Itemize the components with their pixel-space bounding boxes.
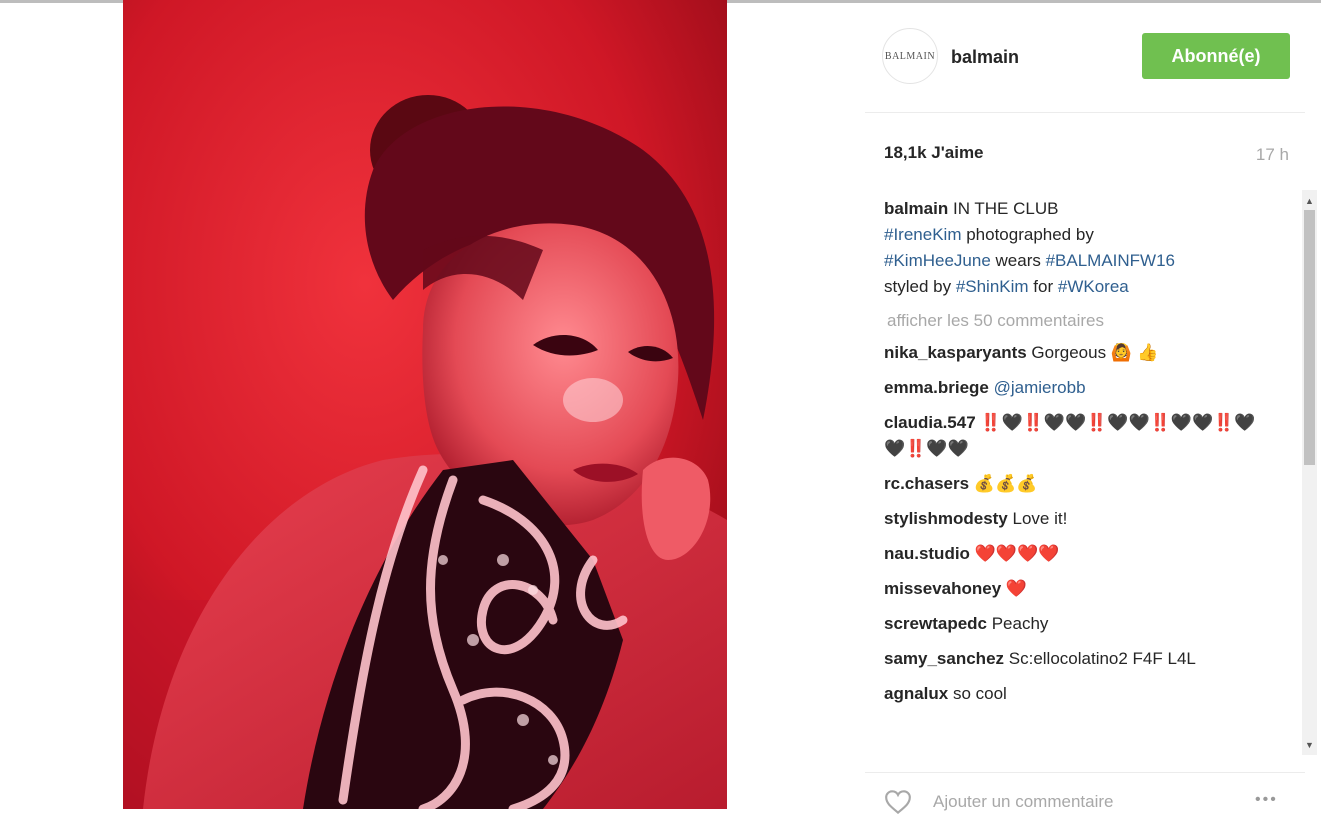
comment-item: screwtapedc Peachy bbox=[884, 611, 1294, 637]
hashtag-link[interactable]: #IreneKim bbox=[884, 225, 961, 244]
comment-text: so cool bbox=[948, 684, 1007, 703]
caption-text: wears bbox=[990, 251, 1046, 270]
comment-item: missevahoney ❤️ bbox=[884, 576, 1294, 602]
author-username[interactable]: balmain bbox=[951, 47, 1019, 68]
load-more-comments-link[interactable]: afficher les 50 commentaires bbox=[887, 308, 1294, 334]
comment-username[interactable]: screwtapedc bbox=[884, 614, 987, 633]
comment-username[interactable]: emma.briege bbox=[884, 378, 989, 397]
comment-item: claudia.547 ‼️🖤‼️🖤🖤‼️🖤🖤‼️🖤🖤‼️🖤🖤‼️🖤🖤 bbox=[884, 410, 1294, 462]
add-comment-input[interactable] bbox=[931, 791, 1235, 813]
comment-username[interactable]: agnalux bbox=[884, 684, 948, 703]
comment-emoji: ❤️ bbox=[1005, 579, 1028, 599]
comment-username[interactable]: stylishmodesty bbox=[884, 509, 1008, 528]
post-time[interactable]: 17 h bbox=[1256, 145, 1289, 165]
scroll-up-icon[interactable]: ▲ bbox=[1302, 193, 1317, 208]
post-sidebar: BALMAIN balmain Abonné(e) 18,1k J'aime 1… bbox=[865, 0, 1317, 815]
more-options-icon[interactable]: ••• bbox=[1255, 791, 1278, 809]
post-photo[interactable] bbox=[123, 0, 727, 809]
hashtag-link[interactable]: #WKorea bbox=[1058, 277, 1129, 296]
comment-text: Gorgeous bbox=[1026, 343, 1111, 362]
comment-username[interactable]: claudia.547 bbox=[884, 413, 976, 432]
comment-username[interactable]: missevahoney bbox=[884, 579, 1001, 598]
follow-button[interactable]: Abonné(e) bbox=[1142, 33, 1290, 79]
comment-text: Love it! bbox=[1007, 509, 1068, 528]
comment-item: emma.briege @jamierobb bbox=[884, 375, 1294, 401]
comments-scrollbar[interactable]: ▲ ▼ bbox=[1302, 190, 1317, 755]
scrollbar-thumb[interactable] bbox=[1304, 210, 1315, 465]
comment-emoji: 💰💰💰 bbox=[973, 474, 1038, 494]
post-header: BALMAIN balmain Abonné(e) bbox=[865, 0, 1305, 113]
scroll-down-icon[interactable]: ▼ bbox=[1302, 737, 1317, 752]
photo-image bbox=[123, 0, 727, 809]
comment-text: Peachy bbox=[987, 614, 1049, 633]
avatar-logo-text: BALMAIN bbox=[884, 50, 936, 62]
comment-username[interactable]: samy_sanchez bbox=[884, 649, 1004, 668]
comment-username[interactable]: nau.studio bbox=[884, 544, 970, 563]
comment-item: stylishmodesty Love it! bbox=[884, 506, 1294, 532]
likes-count[interactable]: 18,1k J'aime bbox=[884, 143, 984, 163]
caption-text: photographed by bbox=[961, 225, 1094, 244]
comment-item: rc.chasers 💰💰💰 bbox=[884, 471, 1294, 497]
comments-list: balmain IN THE CLUB #IreneKim photograph… bbox=[884, 196, 1294, 748]
comment-emoji: 🙆 👍 bbox=[1110, 343, 1159, 363]
mention-link[interactable]: @jamierobb bbox=[994, 378, 1086, 397]
caption-username[interactable]: balmain bbox=[884, 199, 948, 218]
hashtag-link[interactable]: #KimHeeJune bbox=[884, 251, 991, 270]
comment-item: samy_sanchez Sc:ellocolatino2 F4F L4L bbox=[884, 646, 1294, 672]
avatar[interactable]: BALMAIN bbox=[882, 28, 938, 84]
comment-item: nika_kasparyants Gorgeous 🙆 👍 bbox=[884, 340, 1294, 366]
comment-item: agnalux so cool bbox=[884, 681, 1294, 707]
caption-text: styled by bbox=[884, 277, 956, 296]
post-footer: ••• bbox=[865, 772, 1305, 815]
comment-emoji: ❤️❤️❤️❤️ bbox=[974, 544, 1060, 564]
caption-text: IN THE CLUB bbox=[948, 199, 1059, 218]
heart-icon[interactable] bbox=[883, 789, 913, 815]
comment-text: Sc:ellocolatino2 F4F L4L bbox=[1004, 649, 1196, 668]
comment-item: nau.studio ❤️❤️❤️❤️ bbox=[884, 541, 1294, 567]
hashtag-link[interactable]: #BALMAINFW16 bbox=[1046, 251, 1175, 270]
hashtag-link[interactable]: #ShinKim bbox=[956, 277, 1029, 296]
comment-username[interactable]: rc.chasers bbox=[884, 474, 969, 493]
comment-username[interactable]: nika_kasparyants bbox=[884, 343, 1027, 362]
caption-text: for bbox=[1028, 277, 1058, 296]
post-caption: balmain IN THE CLUB #IreneKim photograph… bbox=[884, 196, 1294, 300]
